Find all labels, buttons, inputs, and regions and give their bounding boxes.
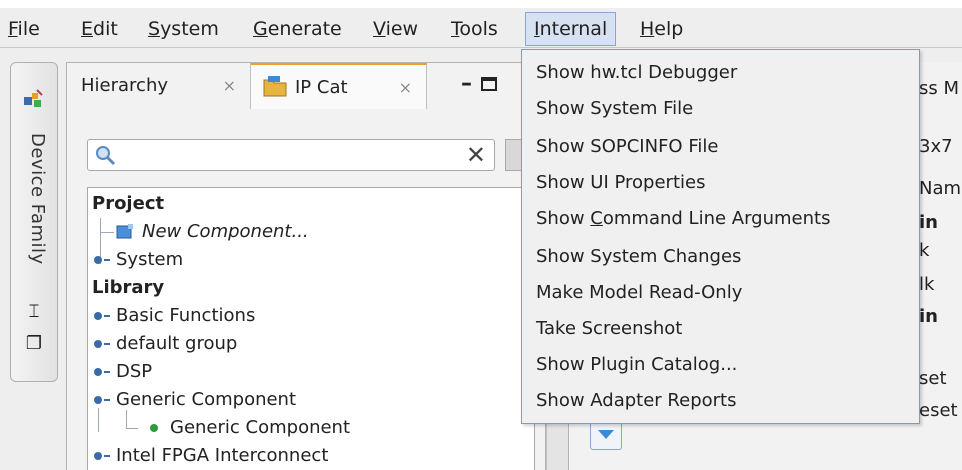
tree-item-system[interactable]: System	[94, 246, 183, 274]
tree-guide-line	[100, 232, 114, 233]
details-fragment: k	[919, 240, 930, 261]
tree-node-stem	[104, 399, 110, 401]
tree-node-icon	[94, 452, 102, 460]
tree-item-new-component[interactable]: New Component...	[116, 218, 309, 246]
menu-item-show-sopcinfo-file[interactable]: Show SOPCINFO File	[522, 130, 919, 164]
details-fragment: lk	[919, 274, 935, 295]
ip-catalog-panel: Hierarchy ⨯ IP Cat ⨯ – ✕ Project New Com…	[66, 62, 546, 470]
menu-item-show-plugin-catalog[interactable]: Show Plugin Catalog...	[522, 348, 919, 382]
window-top-strip	[0, 0, 962, 8]
details-fragment: set	[919, 368, 947, 389]
tree-guide-line	[98, 408, 99, 432]
details-fragment: eset	[919, 400, 958, 421]
tree-node-stem	[104, 455, 110, 457]
tree-item-basic-functions[interactable]: Basic Functions	[94, 302, 255, 330]
internal-menu-dropdown: Show hw.tcl Debugger Show System File Sh…	[521, 49, 920, 424]
tree-node-icon	[94, 368, 102, 376]
search-icon	[96, 146, 116, 166]
tab-label: Hierarchy	[81, 75, 169, 96]
menu-item-show-ui-properties[interactable]: Show UI Properties	[522, 166, 919, 200]
search-field[interactable]: ✕	[87, 139, 495, 171]
status-dot-icon	[150, 424, 158, 432]
menu-system[interactable]: System	[140, 12, 227, 46]
chevron-down-icon	[598, 430, 614, 439]
tree-guide-line	[126, 428, 138, 429]
tree-node-stem	[104, 343, 110, 345]
menu-item-show-system-file[interactable]: Show System File	[522, 92, 919, 126]
tree-item-generic-component[interactable]: Generic Component	[94, 386, 296, 414]
tab-hierarchy[interactable]: Hierarchy ⨯	[67, 63, 251, 109]
maximize-button[interactable]	[481, 77, 497, 91]
tree-item-intel-fpga-interconnect[interactable]: Intel FPGA Interconnect	[94, 442, 328, 470]
menu-bar: File Edit System Generate View Tools Int…	[0, 8, 962, 48]
scroll-down-button[interactable]	[590, 420, 622, 450]
tab-label: IP Cat	[295, 77, 348, 98]
device-family-sidebar[interactable]: Device Family ⌶ ❐	[10, 62, 58, 382]
device-family-label: Device Family	[27, 133, 48, 265]
minimize-button[interactable]: –	[461, 71, 472, 96]
component-icon	[116, 224, 133, 239]
clear-search-button[interactable]: ✕	[466, 142, 486, 168]
device-family-icon[interactable]	[23, 89, 43, 109]
details-fragment: Nam	[919, 178, 962, 199]
tab-close-icon[interactable]: ⨯	[399, 65, 412, 111]
details-fragment: ss M	[919, 78, 960, 99]
tree-node-stem	[104, 371, 110, 373]
menu-item-show-command-line-arguments[interactable]: Show Command Line Arguments	[522, 202, 919, 236]
tree-node-stem	[104, 259, 110, 261]
menu-item-show-hw-tcl-debugger[interactable]: Show hw.tcl Debugger	[522, 56, 919, 90]
menu-item-show-adapter-reports[interactable]: Show Adapter Reports	[522, 384, 919, 418]
details-fragment: in	[919, 306, 938, 327]
ip-catalog-tree[interactable]: Project New Component... System Library …	[87, 187, 535, 470]
menu-tools[interactable]: Tools	[443, 12, 506, 46]
restore-icon[interactable]: ❐	[23, 333, 45, 355]
tab-close-icon[interactable]: ⨯	[223, 63, 236, 109]
pin-icon[interactable]: ⌶	[23, 301, 45, 323]
menu-item-show-system-changes[interactable]: Show System Changes	[522, 240, 919, 274]
folder-icon	[263, 76, 287, 97]
menu-internal[interactable]: Internal	[525, 12, 617, 46]
details-fragment: 3x7	[919, 136, 953, 157]
menu-item-make-model-read-only[interactable]: Make Model Read-Only	[522, 276, 919, 310]
menu-generate[interactable]: Generate	[245, 12, 350, 46]
details-fragment: in	[919, 212, 938, 233]
tree-node-icon	[94, 256, 102, 264]
tree-node-icon	[94, 340, 102, 348]
tab-ip-catalog[interactable]: IP Cat ⨯	[251, 63, 427, 109]
tree-guide-line	[126, 410, 127, 428]
tree-node-stem	[104, 315, 110, 317]
tree-item-dsp[interactable]: DSP	[94, 358, 152, 386]
menu-view[interactable]: View	[365, 12, 426, 46]
tree-node-icon	[94, 312, 102, 320]
menu-help[interactable]: Help	[632, 12, 691, 46]
menu-item-take-screenshot[interactable]: Take Screenshot	[522, 312, 919, 346]
tree-item-default-group[interactable]: default group	[94, 330, 237, 358]
tree-header-library: Library	[92, 277, 165, 298]
tree-header-project: Project	[92, 193, 165, 214]
tree-item-generic-component-child[interactable]: Generic Component	[150, 414, 350, 442]
menu-file[interactable]: File	[0, 12, 48, 46]
menu-edit[interactable]: Edit	[73, 12, 126, 46]
tree-node-icon	[94, 396, 102, 404]
